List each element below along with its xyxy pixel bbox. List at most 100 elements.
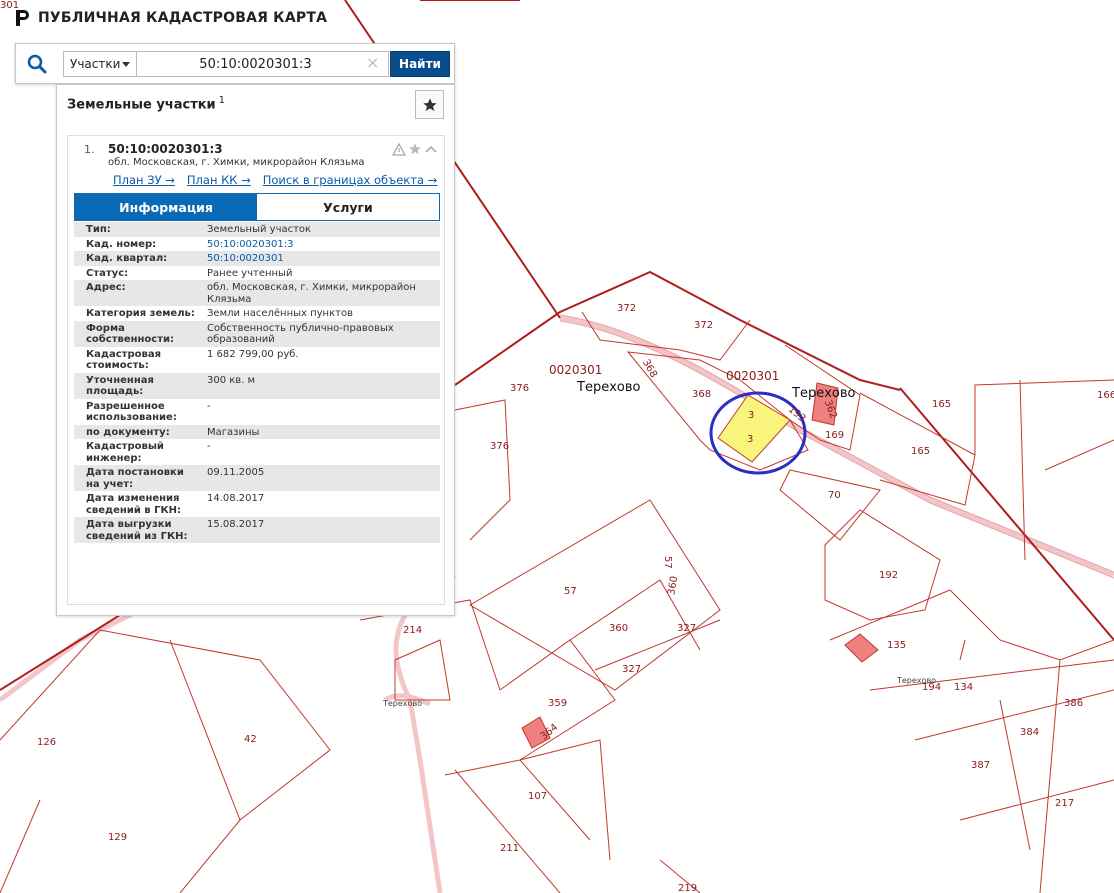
info-row: Форма собственности: Собственность публич… (74, 320, 440, 347)
result-tabs: Информация Услуги (74, 193, 440, 221)
info-label: Адрес: (74, 280, 199, 306)
result-address: обл. Московская, г. Химки, микрорайон Кл… (108, 157, 365, 168)
parcel-number: 376 (510, 383, 529, 394)
parcel-number: 129 (108, 832, 127, 843)
locality-label: Терехово (382, 699, 422, 708)
parcel-number: 327 (677, 623, 696, 634)
app-header: ПУБЛИЧНАЯ КАДАСТРОВАЯ КАРТА (14, 8, 327, 28)
object-type-select[interactable]: Участки (63, 51, 137, 77)
parcel-number: 372 (617, 303, 636, 314)
parcel-number: 368 (640, 358, 659, 380)
parcel-number: 368 (692, 389, 711, 400)
info-value: - (207, 441, 211, 452)
parcel-number: 214 (403, 625, 422, 636)
favorites-button[interactable] (415, 90, 444, 119)
info-label: Кадастровая стоимость: (86, 348, 161, 372)
tab-info[interactable]: Информация (75, 194, 257, 220)
info-row: Кад. квартал: 50:10:0020301 (74, 251, 440, 266)
parcel-number: 219 (678, 883, 697, 893)
chevron-down-icon (122, 62, 130, 67)
info-label: Дата изменения сведений в ГКН: (86, 493, 182, 516)
parcel-number: 384 (1020, 727, 1039, 738)
info-label: Дата выгрузки сведений из ГКН: (74, 517, 199, 543)
info-row: Тип: Земельный участок (74, 222, 440, 237)
info-row: Дата изменения сведений в ГКН: 14.08.2017 (74, 491, 440, 517)
quarter-label: 0020301 (549, 363, 602, 377)
parcel-number: 165 (932, 399, 951, 410)
info-table: Тип: Земельный участок Кад. номер: 50:10:00… (74, 222, 440, 543)
info-label: Кад. номер: (86, 238, 157, 250)
info-row: Дата постановки на учет: 09.11.2005 (74, 465, 440, 491)
warning-icon[interactable] (392, 142, 406, 156)
parcel-number: 169 (825, 430, 844, 441)
find-button[interactable]: Найти (390, 51, 450, 77)
info-label: Кад. квартал: (74, 251, 199, 266)
chevron-up-icon[interactable] (424, 143, 438, 155)
search-within-link[interactable]: Поиск в границах объекта → (263, 173, 438, 187)
result-item: 1. 50:10:0020301:3 обл. Московская, г. Х… (67, 135, 445, 605)
parcel-number: 126 (37, 737, 56, 748)
parcel-number: 387 (971, 760, 990, 771)
parcel-number: 57 (564, 586, 577, 597)
plan-zu-link[interactable]: План ЗУ → (113, 173, 175, 187)
results-count: 1 (218, 95, 226, 106)
info-label: Дата постановки на учет: (74, 465, 199, 491)
info-row: Кадастровая стоимость: 1 682 799,00 руб. (74, 347, 440, 373)
info-value: 09.11.2005 (199, 465, 440, 491)
info-label: Категория земель: (86, 308, 195, 319)
info-label: Разрешенное использование: (86, 400, 177, 424)
results-title: Земельные участки 1 (67, 95, 225, 112)
info-row: Уточненная площадь: 300 кв. м (74, 372, 440, 399)
parcel-number: 42 (244, 734, 257, 745)
results-title-text: Земельные участки (67, 97, 216, 113)
parcel-number: 327 (622, 664, 641, 675)
info-value: Собственность публично-правовых образова… (199, 320, 440, 347)
parcel-number: 135 (887, 640, 906, 651)
info-value[interactable]: 50:10:0020301 (199, 251, 440, 266)
search-input[interactable] (137, 51, 389, 77)
info-row: Разрешенное использование: - (74, 399, 440, 425)
info-value: - (207, 400, 211, 412)
parcel-number: 3 (748, 410, 754, 421)
result-actions (392, 142, 438, 156)
info-value: Ранее учтенный (207, 267, 293, 279)
info-value: 1 682 799,00 руб. (207, 348, 299, 360)
info-value: обл. Московская, г. Химки, микрорайон Кл… (199, 280, 440, 306)
info-label: Статус: (86, 267, 129, 279)
info-row: Кад. номер: 50:10:0020301:3 (74, 237, 440, 252)
parcel-number: 211 (500, 843, 519, 854)
plan-kk-link[interactable]: План КК → (187, 173, 251, 187)
info-value: 15.08.2017 (199, 517, 440, 543)
parcel-number: 192 (879, 570, 898, 581)
parcel-number: 217 (1055, 798, 1074, 809)
result-links: План ЗУ → План КК → Поиск в границах объ… (113, 173, 437, 187)
results-panel: Земельные участки 1 1. 50:10:0020301:3 об… (56, 84, 455, 616)
info-label: Кадастровый инженер: (86, 441, 164, 464)
parcel-number: 107 (528, 791, 547, 802)
info-value: 300 кв. м (199, 372, 440, 399)
info-value: 14.08.2017 (207, 493, 265, 504)
pkk-logo-icon (16, 10, 29, 26)
parcel-number: 376 (490, 441, 509, 452)
info-row: Адрес: обл. Московская, г. Химки, микрора… (74, 280, 440, 306)
search-bar: Участки × Найти (15, 43, 455, 84)
parcel-number: 3 (747, 434, 753, 445)
result-cad-number[interactable]: 50:10:0020301:3 (108, 142, 223, 156)
parcel-number: 372 (694, 320, 713, 331)
search-icon[interactable] (26, 53, 48, 75)
selected-parcel[interactable] (717, 394, 791, 463)
parcel-number: 166 (1097, 390, 1114, 401)
star-icon (422, 97, 437, 111)
info-label: Уточненная площадь: (74, 372, 199, 399)
info-value[interactable]: 50:10:0020301:3 (199, 237, 440, 252)
tab-services[interactable]: Услуги (257, 194, 439, 220)
clear-icon[interactable]: × (366, 54, 379, 72)
info-row: Кадастровый инженер: - (74, 439, 440, 465)
locality-label: Терехово (576, 380, 640, 395)
parcel-number: 360 (609, 623, 628, 634)
parcel-number: 194 (922, 682, 941, 693)
parcel-number: 134 (954, 682, 973, 693)
parcel-number: 360 (666, 575, 680, 596)
info-label: Форма собственности: (74, 320, 199, 347)
star-icon[interactable] (408, 142, 422, 156)
